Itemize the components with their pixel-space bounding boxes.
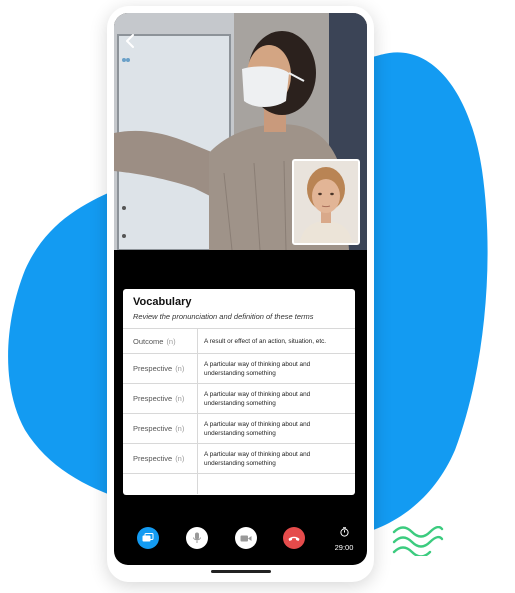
call-timer: 29:00 xyxy=(329,524,359,552)
self-view-video[interactable] xyxy=(292,159,360,245)
student-video-illustration xyxy=(294,161,358,243)
main-video-feed xyxy=(114,13,367,250)
table-row-empty xyxy=(123,474,355,494)
end-call-button[interactable] xyxy=(283,527,305,549)
microphone-icon xyxy=(193,532,201,543)
chevron-left-icon xyxy=(126,34,134,48)
table-row: Prespective (n) A particular way of think… xyxy=(123,414,355,444)
vocabulary-card: Vocabulary Review the pronunciation and … xyxy=(123,289,355,495)
vocab-term: Prespective (n) xyxy=(123,444,198,473)
table-row: Outcome (n) A result or effect of an acti… xyxy=(123,329,355,354)
end-call-icon xyxy=(288,536,300,541)
vocabulary-subtitle: Review the pronunciation and definition … xyxy=(133,312,314,321)
chat-button[interactable] xyxy=(137,527,159,549)
phone-screen: Vocabulary Review the pronunciation and … xyxy=(114,13,367,565)
vocab-term: Outcome (n) xyxy=(123,329,198,353)
table-row: Prespective (n) A particular way of think… xyxy=(123,354,355,384)
squiggle-decoration xyxy=(392,526,444,556)
vocab-definition: A particular way of thinking about and u… xyxy=(204,450,311,467)
vocab-definition: A result or effect of an action, situati… xyxy=(204,337,327,345)
chat-icon xyxy=(142,532,154,541)
table-row: Prespective (n) A particular way of think… xyxy=(123,444,355,474)
vocab-definition: A particular way of thinking about and u… xyxy=(204,420,311,437)
vocab-term: Prespective (n) xyxy=(123,414,198,443)
vocabulary-title: Vocabulary xyxy=(133,296,192,308)
phone-frame: Vocabulary Review the pronunciation and … xyxy=(107,6,374,582)
timer-icon xyxy=(339,527,349,537)
video-camera-icon xyxy=(240,535,252,541)
camera-button[interactable] xyxy=(235,527,257,549)
home-indicator[interactable] xyxy=(211,570,271,573)
vocab-definition: A particular way of thinking about and u… xyxy=(204,360,311,377)
back-button[interactable] xyxy=(121,31,141,51)
microphone-button[interactable] xyxy=(186,527,208,549)
table-row: Prespective (n) A particular way of think… xyxy=(123,384,355,414)
vocab-term: Prespective (n) xyxy=(123,384,198,413)
vocabulary-table: Outcome (n) A result or effect of an acti… xyxy=(123,328,355,494)
vocab-term: Prespective (n) xyxy=(123,354,198,383)
timer-value: 29:00 xyxy=(334,543,354,552)
vocab-definition: A particular way of thinking about and u… xyxy=(204,390,311,407)
